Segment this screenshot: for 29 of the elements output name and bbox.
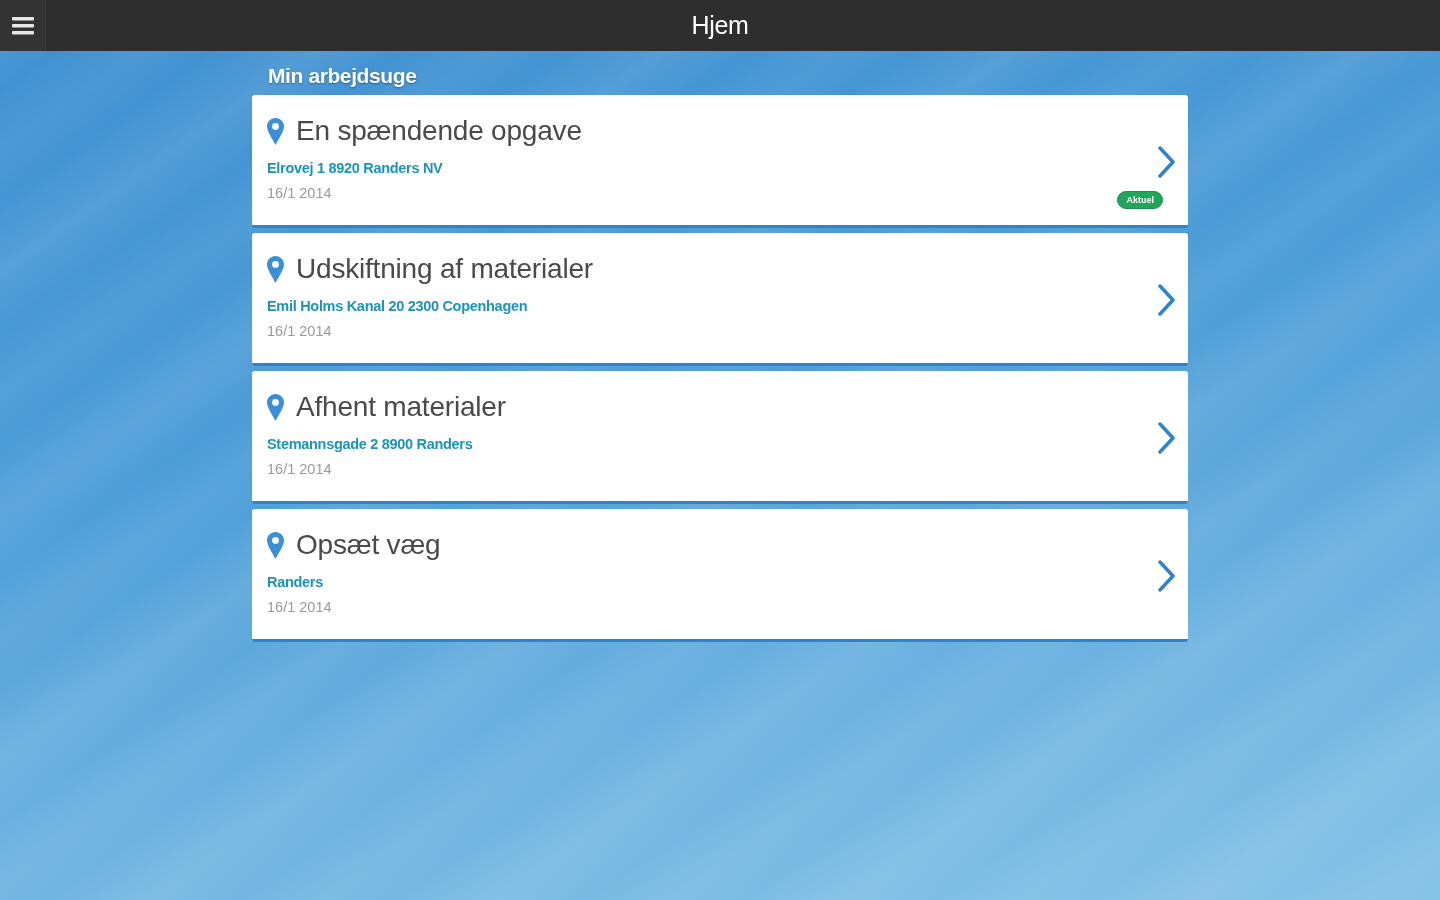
- chevron-right-icon: [1158, 422, 1176, 454]
- chevron-right-icon: [1158, 560, 1176, 592]
- location-pin-icon: [267, 531, 284, 559]
- task-address: Emil Holms Kanal 20 2300 Copenhagen: [267, 298, 528, 314]
- task-date: 16/1 2014: [267, 323, 332, 339]
- task-date: 16/1 2014: [267, 599, 332, 615]
- status-badge: Aktuel: [1117, 191, 1163, 209]
- task-address: Randers: [267, 574, 323, 590]
- chevron-right-icon: [1158, 284, 1176, 316]
- task-address: Elrovej 1 8920 Randers NV: [267, 160, 443, 176]
- task-date: 16/1 2014: [267, 461, 332, 477]
- menu-button[interactable]: [0, 0, 46, 51]
- task-card[interactable]: Afhent materialer Stemannsgade 2 8900 Randers 16/1 2014: [252, 371, 1188, 504]
- section-title: Min arbejdsuge: [268, 64, 417, 88]
- task-title: En spændende opgave: [296, 115, 582, 147]
- page-title: Hjem: [691, 11, 749, 40]
- location-pin-icon: [267, 255, 284, 283]
- task-title: Udskiftning af materialer: [296, 253, 593, 285]
- task-title: Opsæt væg: [296, 529, 441, 561]
- location-pin-icon: [267, 117, 284, 145]
- task-date: 16/1 2014: [267, 185, 332, 201]
- chevron-right-icon: [1158, 146, 1176, 178]
- task-card[interactable]: Udskiftning af materialer Emil Holms Kanal 20 2300 Copenhagen 16/1 2014: [252, 233, 1188, 366]
- task-card[interactable]: En spændende opgave Elrovej 1 8920 Randers NV 16/1 2014 Aktuel: [252, 95, 1188, 228]
- menu-icon: [11, 16, 34, 35]
- task-card[interactable]: Opsæt væg Randers 16/1 2014: [252, 509, 1188, 642]
- task-title: Afhent materialer: [296, 391, 506, 423]
- task-address: Stemannsgade 2 8900 Randers: [267, 436, 473, 452]
- location-pin-icon: [267, 393, 284, 421]
